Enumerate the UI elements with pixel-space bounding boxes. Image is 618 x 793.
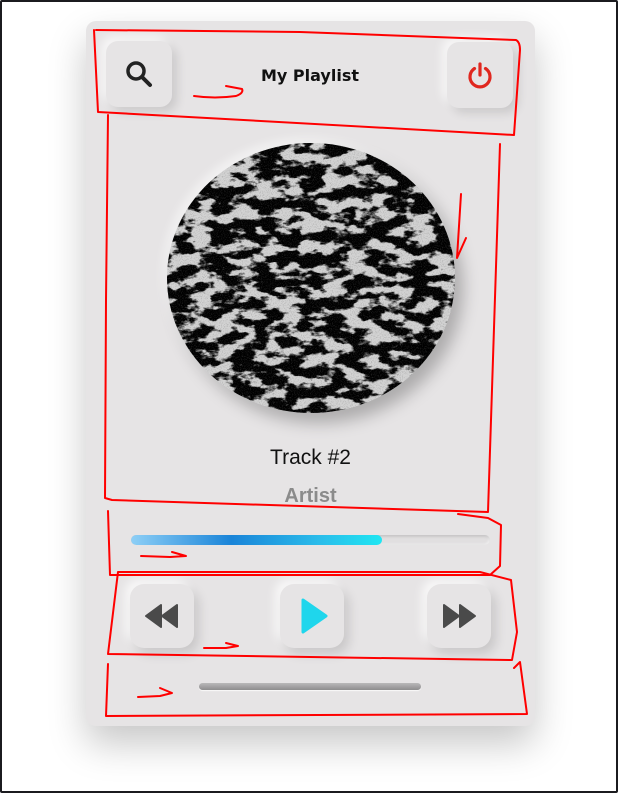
- progress-bar[interactable]: [131, 535, 490, 545]
- play-icon: [301, 598, 328, 634]
- rewind-icon: [145, 604, 178, 628]
- play-button[interactable]: [280, 584, 344, 648]
- artist-name: Artist: [284, 485, 337, 507]
- track-title: Track #2: [270, 446, 351, 469]
- search-icon: [126, 61, 152, 87]
- album-art: [167, 143, 455, 413]
- page-title: My Playlist: [260, 66, 359, 85]
- progress-fill: [131, 535, 383, 545]
- album-art-texture: [167, 143, 455, 413]
- drawer-handle[interactable]: [199, 683, 421, 690]
- power-icon: [468, 62, 492, 89]
- power-button[interactable]: [447, 42, 513, 108]
- next-button[interactable]: [427, 584, 491, 648]
- fast-forward-icon: [443, 604, 476, 628]
- previous-button[interactable]: [130, 584, 194, 648]
